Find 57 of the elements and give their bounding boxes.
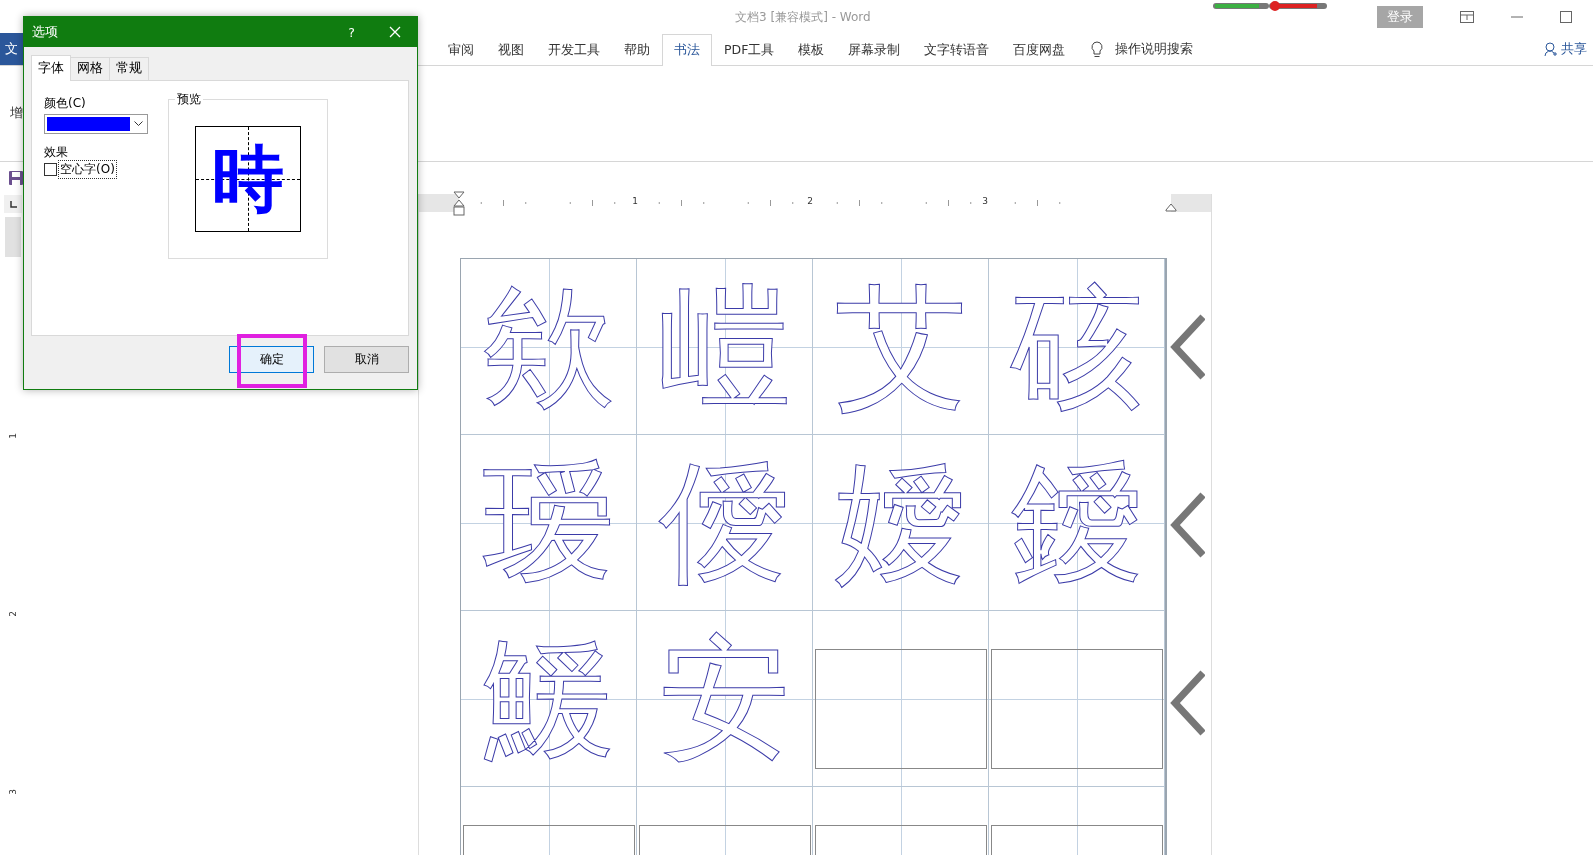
ribbon-tab[interactable]: 模板 xyxy=(786,33,837,66)
color-label: 颜色(C) xyxy=(44,95,87,112)
tell-me-search[interactable]: 操作说明搜索 xyxy=(1115,40,1194,58)
ribbon-display-icon[interactable] xyxy=(1460,10,1474,23)
lightbulb-icon[interactable] xyxy=(1091,40,1104,58)
outlined-character: 瑷 xyxy=(482,444,615,601)
caret-icon xyxy=(134,121,143,127)
ribbon-tab[interactable]: 百度网盘 xyxy=(1001,33,1078,66)
dialog-tab[interactable]: 字体 xyxy=(31,55,71,81)
chevron-left-icon xyxy=(1169,670,1205,736)
outlined-character: 嵦 xyxy=(658,268,791,425)
outlined-character: 鑀 xyxy=(1010,444,1143,601)
ruler-number: 3 xyxy=(8,789,18,795)
ribbon-tab[interactable]: 审阅 xyxy=(436,33,486,66)
ribbon-tab[interactable]: 开发工具 xyxy=(536,33,612,66)
color-dropdown[interactable] xyxy=(44,114,148,134)
outlined-character: 嬡 xyxy=(834,444,967,601)
ruler-number: 1 xyxy=(631,196,639,206)
ribbon-tab[interactable]: 帮助 xyxy=(612,33,662,66)
ok-button[interactable]: 确定 xyxy=(229,346,314,373)
tab-stop-selector[interactable] xyxy=(4,195,22,213)
ruler-margin-shade xyxy=(5,217,21,257)
save-icon[interactable] xyxy=(9,171,23,185)
chevron-left-icon xyxy=(1169,314,1205,380)
outlined-character: 硋 xyxy=(1010,268,1143,425)
share-button[interactable]: 共享 xyxy=(1544,33,1587,65)
indent-marker-icon[interactable] xyxy=(453,191,465,217)
outlined-character: 僾 xyxy=(658,444,791,601)
help-button[interactable]: ? xyxy=(342,23,361,41)
ribbon-tab[interactable]: 文字转语音 xyxy=(912,33,1002,66)
ruler-number: 1 xyxy=(8,433,18,439)
preview-character: 時 xyxy=(212,143,284,215)
outlined-character: 艾 xyxy=(834,268,967,425)
close-icon[interactable] xyxy=(389,26,401,38)
outlined-character: 欸 xyxy=(482,268,615,425)
chevron-left-icon xyxy=(1169,492,1205,558)
tab-stop-icon xyxy=(9,200,17,208)
person-icon xyxy=(1544,41,1558,57)
ribbon-tab[interactable]: 屏幕录制 xyxy=(836,33,913,66)
ruler-number: 3 xyxy=(981,196,989,206)
indent-marker-icon[interactable] xyxy=(1165,203,1177,212)
checkbox-label[interactable]: 空心字(O) xyxy=(59,161,116,178)
ruler-number: 2 xyxy=(806,196,814,206)
checkbox[interactable] xyxy=(44,163,57,176)
effects-label: 效果 xyxy=(44,144,69,161)
window-title: 文档3 [兼容模式] - Word xyxy=(735,9,871,26)
maximize-icon[interactable] xyxy=(1560,10,1572,23)
ribbon-tab[interactable]: 视图 xyxy=(486,33,536,66)
outlined-character: 安 xyxy=(658,620,791,777)
ribbon-tab[interactable]: 书法 xyxy=(662,33,712,66)
outlined-character: 鰀 xyxy=(482,620,615,777)
cancel-button[interactable]: 取消 xyxy=(324,346,409,373)
preview-label: 预览 xyxy=(175,91,203,108)
ribbon-group-label: 增 xyxy=(10,104,23,122)
dialog-title: 选项 xyxy=(32,23,58,41)
ribbon-tab[interactable]: PDF工具 xyxy=(712,33,787,66)
ruler-number: 2 xyxy=(8,611,18,617)
